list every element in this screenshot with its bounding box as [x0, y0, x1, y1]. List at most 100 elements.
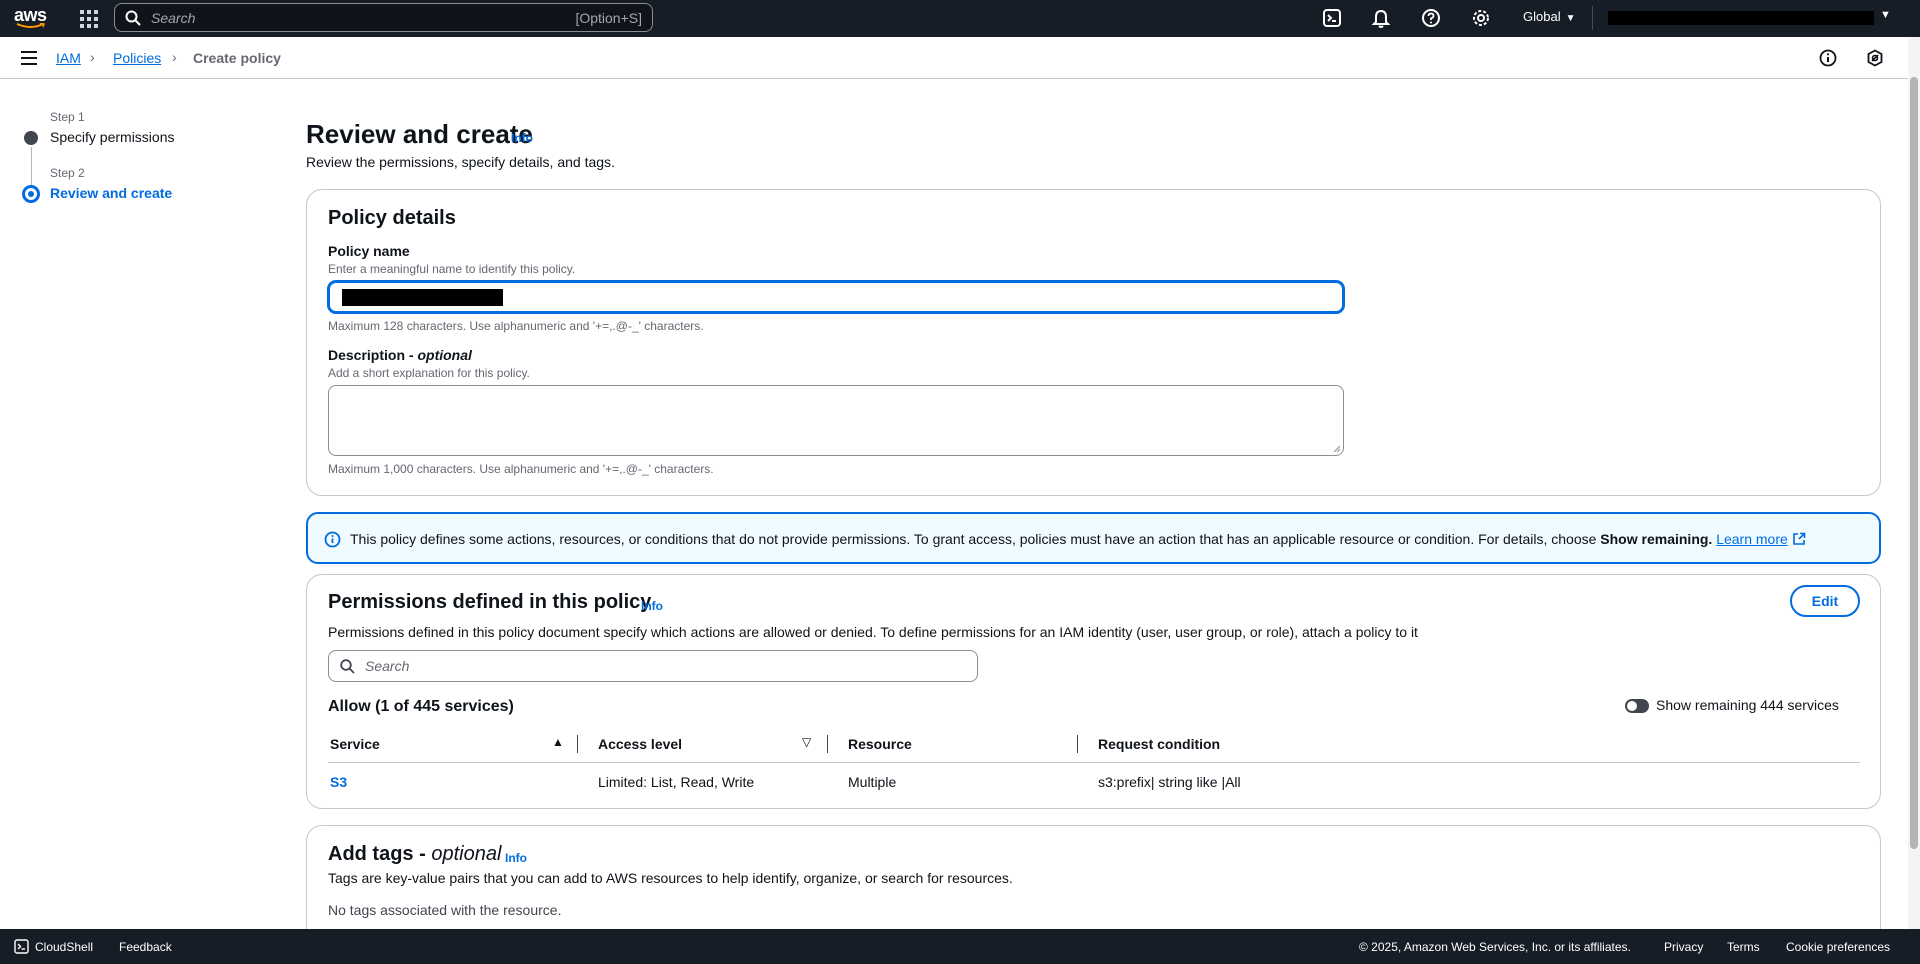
caret-down-icon[interactable]: ▼ — [1880, 9, 1891, 21]
page-title: Review and create — [306, 119, 533, 149]
region-label: Global — [1523, 9, 1561, 24]
show-remaining-label: Show remaining 444 services — [1656, 697, 1839, 713]
breadcrumb-policies[interactable]: Policies — [113, 50, 161, 66]
step-connector — [31, 147, 32, 188]
policy-name-value-redacted — [342, 289, 503, 306]
breadcrumb-current: Create policy — [193, 50, 281, 66]
alert-text: This policy defines some actions, resour… — [350, 531, 1601, 547]
permissions-info-link[interactable]: Info — [641, 599, 663, 613]
column-divider[interactable] — [577, 735, 578, 753]
terms-link[interactable]: Terms — [1727, 940, 1760, 954]
feedback-button[interactable]: Feedback — [119, 940, 172, 954]
privacy-link[interactable]: Privacy — [1664, 940, 1703, 954]
policy-name-constraint: Maximum 128 characters. Use alphanumeric… — [328, 319, 704, 333]
description-textarea[interactable] — [328, 385, 1344, 456]
cloudshell-button[interactable]: CloudShell — [35, 940, 93, 954]
copyright-text: © 2025, Amazon Web Services, Inc. or its… — [1359, 940, 1631, 954]
search-placeholder: Search — [151, 10, 196, 26]
column-header-service[interactable]: Service — [330, 736, 380, 752]
optional-label: optional — [431, 843, 502, 865]
page-info-link[interactable]: Info — [511, 131, 533, 145]
tags-empty-state: No tags associated with the resource. — [328, 902, 562, 918]
security-panel-icon[interactable] — [1865, 48, 1885, 68]
info-icon — [324, 531, 341, 548]
global-search-input[interactable]: Search [Option+S] — [114, 3, 653, 32]
aws-logo[interactable]: aws — [14, 5, 48, 31]
show-remaining-toggle[interactable] — [1625, 699, 1649, 713]
resize-handle-icon[interactable] — [1333, 445, 1341, 453]
allow-title: Allow (1 of 445 services) — [328, 698, 514, 715]
hamburger-menu-icon[interactable] — [21, 51, 37, 65]
policy-name-description: Enter a meaningful name to identify this… — [328, 262, 576, 276]
scrollbar-thumb[interactable] — [1910, 77, 1918, 849]
learn-more-link[interactable]: Learn more — [1716, 531, 1788, 547]
caret-down-icon: ▼ — [1565, 13, 1576, 24]
external-link-icon[interactable] — [1792, 532, 1806, 546]
column-divider[interactable] — [827, 735, 828, 753]
optional-label: optional — [417, 347, 472, 363]
info-panel-icon[interactable] — [1818, 48, 1838, 68]
step-1-label: Step 1 — [50, 110, 85, 124]
step-1-indicator — [24, 131, 38, 145]
account-menu-redacted[interactable] — [1608, 11, 1874, 25]
nav-divider — [1592, 6, 1593, 30]
cookie-preferences-link[interactable]: Cookie preferences — [1786, 940, 1890, 954]
breadcrumb-iam[interactable]: IAM — [56, 50, 81, 66]
region-selector[interactable]: Global ▼ — [1523, 9, 1575, 24]
help-icon[interactable] — [1420, 7, 1442, 29]
search-placeholder: Search — [365, 658, 410, 674]
alert-bold-text: Show remaining. — [1600, 531, 1713, 547]
aws-smile-icon — [16, 23, 45, 28]
gear-icon[interactable] — [1470, 7, 1492, 29]
table-header-divider — [328, 762, 1860, 763]
sort-descending-icon[interactable]: ▽ — [802, 735, 811, 749]
permissions-search-input[interactable]: Search — [328, 650, 978, 682]
page-scrollbar[interactable] — [1908, 37, 1920, 929]
edit-button[interactable]: Edit — [1790, 585, 1860, 617]
description-label: Description - optional — [328, 347, 472, 363]
access-level-cell: Limited: List, Read, Write — [598, 774, 755, 790]
top-navigation: aws Search [Option+S] Global ▼ ▼ — [0, 0, 1920, 37]
description-label-text: Description - — [328, 347, 418, 363]
tags-info-link[interactable]: Info — [505, 851, 527, 865]
chevron-right-icon: › — [172, 49, 177, 65]
policy-name-input[interactable] — [328, 281, 1344, 313]
description-constraint: Maximum 1,000 characters. Use alphanumer… — [328, 462, 714, 476]
step-2-title: Review and create — [50, 185, 173, 201]
tags-description: Tags are key-value pairs that you can ad… — [328, 870, 1013, 886]
step-1-title[interactable]: Specify permissions — [50, 129, 175, 145]
apps-grid-icon[interactable] — [78, 8, 98, 28]
console-footer: CloudShell Feedback © 2025, Amazon Web S… — [0, 929, 1920, 964]
policy-details-title: Policy details — [328, 207, 456, 229]
column-divider[interactable] — [1077, 735, 1078, 753]
resource-cell: Multiple — [848, 774, 897, 790]
info-alert: This policy defines some actions, resour… — [306, 512, 1881, 564]
policy-name-label: Policy name — [328, 243, 410, 259]
search-icon — [340, 659, 355, 674]
chevron-right-icon: › — [90, 49, 95, 65]
sort-ascending-icon[interactable]: ▲ — [552, 735, 564, 749]
tags-title: Add tags - optional — [328, 843, 501, 866]
column-header-request-condition[interactable]: Request condition — [1098, 736, 1220, 752]
bell-icon[interactable] — [1370, 7, 1392, 29]
column-header-resource[interactable]: Resource — [848, 736, 912, 752]
step-2-label: Step 2 — [50, 166, 85, 180]
permissions-description: Permissions defined in this policy docum… — [328, 624, 1418, 640]
column-header-access-level[interactable]: Access level — [598, 736, 682, 752]
cloudshell-icon[interactable] — [1321, 7, 1343, 29]
alert-message: This policy defines some actions, resour… — [350, 531, 1806, 547]
service-link-s3[interactable]: S3 — [330, 774, 347, 790]
permissions-title: Permissions defined in this policy — [328, 591, 652, 613]
search-icon — [125, 10, 141, 26]
search-shortcut: [Option+S] — [575, 10, 642, 26]
permissions-container: Permissions defined in this policy Info … — [306, 574, 1881, 809]
step-2-indicator — [22, 185, 40, 203]
tags-title-text: Add tags - — [328, 843, 432, 865]
breadcrumb-bar: IAM › Policies › Create policy — [0, 37, 1908, 79]
description-hint: Add a short explanation for this policy. — [328, 366, 530, 380]
request-condition-cell: s3:prefix| string like |All — [1098, 774, 1241, 790]
policy-details-container: Policy details Policy name Enter a meani… — [306, 189, 1881, 496]
cloudshell-icon[interactable] — [14, 939, 29, 954]
page-description: Review the permissions, specify details,… — [306, 154, 615, 170]
tags-container: Add tags - optional Info Tags are key-va… — [306, 825, 1881, 945]
